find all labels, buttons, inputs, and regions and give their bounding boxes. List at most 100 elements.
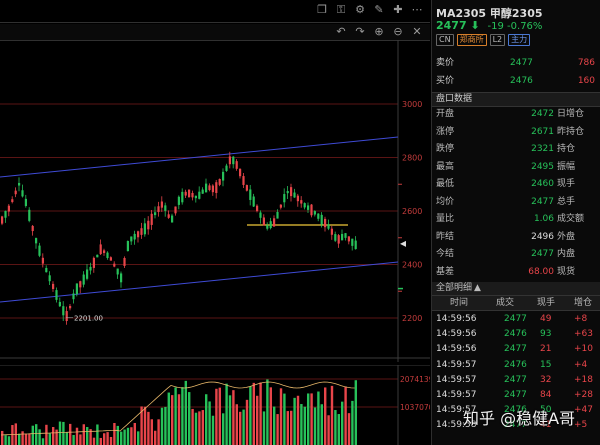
volume-bar [293,397,296,445]
orderbook-label: 昨结 [436,231,455,242]
candle-body [41,257,44,264]
volume-bar [123,429,126,445]
candle-body [31,225,34,232]
tick-row[interactable]: 14:59:56 2477 49 +8 [432,312,600,327]
tick-time: 14:59:56 [436,329,477,340]
volume-bar [174,387,177,445]
bid-size: 160 [577,76,595,86]
orderbook-label: 今结 [436,249,455,259]
volume-bar [18,433,21,445]
orderbook-value: 2477 [531,196,554,207]
volume-bar [143,406,147,445]
volume-bar [120,431,123,445]
volume-bar [154,430,157,445]
volume-bar [205,394,208,445]
volume-bar [313,407,317,445]
orderbook-row: 今结 2477 内盘 [432,246,600,264]
tick-row[interactable]: 14:59:57 2477 84 +28 [432,388,600,403]
candle-body [194,195,197,199]
col-price: 成交 [496,298,515,308]
draw-tool-icon[interactable]: ✎ [372,3,386,17]
volume-bar [62,421,65,445]
orderbook-label-2: 内盘 [557,249,576,259]
settings-icon[interactable]: ⚙ [353,3,367,17]
candle-body [18,182,21,186]
tick-row[interactable]: 14:59:57 2477 32 +18 [432,373,600,388]
volume-bar [239,411,242,445]
price-tick-label: 2400 [402,261,422,270]
tick-price: 2477 [504,314,527,324]
candle-body [279,204,282,208]
orderbook-label-2: 日增仓 [557,109,585,119]
chevron-up-icon: ▲ [474,283,481,293]
candle-body [62,306,65,316]
ticks-title-bar[interactable]: 全部明细 ▲ [432,282,600,296]
tick-row[interactable]: 14:59:57 2476 15 +4 [432,358,600,373]
orderbook-label: 涨停 [436,126,455,137]
candle-body [208,185,211,191]
orderbook-row: 跌停 2321 持仓 [432,141,600,159]
candle-body [140,228,143,235]
tick-time: 14:59:57 [436,374,477,385]
quote-panel: MA2305 甲醇2305 2477 ⬇ -19 -0.76% CN 郑商所 L… [431,0,600,445]
volume-bar [283,393,286,445]
candle-body [86,269,89,279]
orderbook-label-2: 持仓 [557,144,576,154]
candle-body [72,293,75,300]
lower-trendline [0,261,399,303]
chart-pane[interactable]: ❐ ⚿ ⚙ ✎ ✚ ⋯ ↶ ↷ ⊕ ⊖ ✕ 3000 2800 2600 2400 22… [0,0,430,445]
lock-icon[interactable]: ⚿ [334,3,348,17]
tick-price: 2477 [504,374,527,385]
volume-bar [222,413,225,445]
orderbook-label: 跌停 [436,144,455,154]
tick-time: 14:59:57 [436,390,477,400]
volume-bar [211,415,215,445]
candle-body [1,216,4,224]
candle-body [137,231,140,238]
volume-bar [269,387,272,445]
candle-body [232,156,235,165]
volume-bar [133,422,136,445]
candle-body [320,214,323,225]
volume-chart[interactable]: 2074139 1037070 [0,365,430,445]
volume-bar [99,437,102,445]
volume-bar [188,392,191,445]
ask-row[interactable]: 卖价 2477 786 [432,57,600,70]
bid-row[interactable]: 买价 2476 160 [432,75,600,88]
tick-volume: 32 [540,374,552,385]
volume-bar [65,432,68,445]
tick-row[interactable]: 14:59:56 2476 93 +63 [432,327,600,342]
candle-body [235,161,238,169]
col-oi-change: 增仓 [574,298,593,308]
volume-bar [296,395,300,445]
tick-row[interactable]: 14:59:56 2477 21 +10 [432,342,600,357]
close-icon[interactable]: ✕ [410,25,424,39]
price-tick-label: 2600 [402,207,422,216]
volume-bar [324,387,327,445]
section-header-orderbook[interactable]: 盘口数据 [432,92,600,107]
undo-icon[interactable]: ↶ [334,25,348,39]
more-icon[interactable]: ⋯ [410,3,424,17]
volume-bar [245,399,249,445]
volume-bar [201,410,204,445]
volume-bar [334,410,337,445]
volume-bar [337,414,340,445]
candle-body [106,252,109,258]
zoom-in-icon[interactable]: ⊕ [372,25,386,39]
zoom-out-icon[interactable]: ⊖ [391,25,405,39]
candle-body [307,205,310,210]
volume-bar [286,411,289,445]
window-restore-icon[interactable]: ❐ [315,3,329,17]
volume-bar [11,425,14,445]
orderbook-row: 均价 2477 总手 [432,194,600,212]
volume-bar [41,438,45,445]
col-time: 时间 [450,298,469,308]
redo-icon[interactable]: ↷ [353,25,367,39]
crosshair-icon[interactable]: ✚ [391,3,405,17]
symbol-tags: CN 郑商所 L2 主力 [436,34,531,46]
candle-body [256,205,259,211]
candle-body [249,189,252,200]
candle-body [259,212,262,218]
volume-bar [35,424,38,445]
price-chart[interactable]: 300028002600240022002201.00101112010203 [0,40,430,362]
